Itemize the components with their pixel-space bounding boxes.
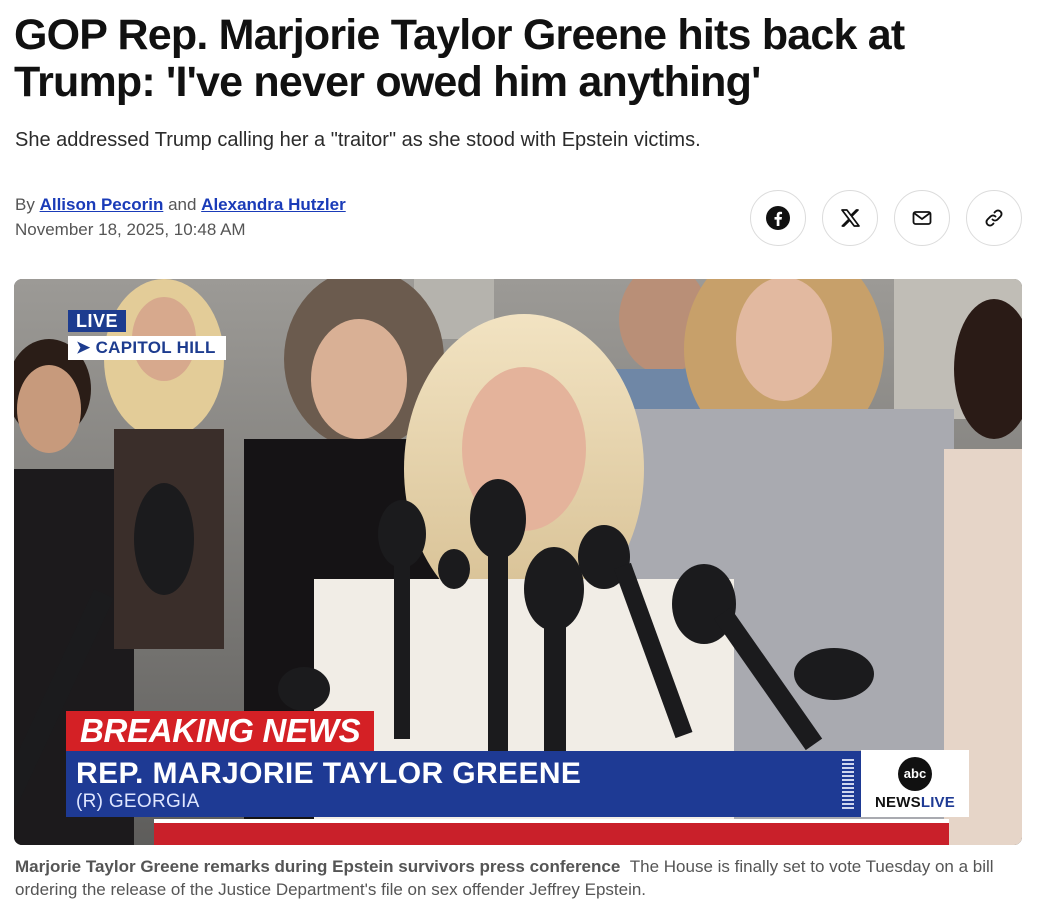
- article-dek: She addressed Trump calling her a "trait…: [15, 129, 701, 151]
- network-logo-box: abc NEWSLIVE: [861, 750, 969, 817]
- video-player[interactable]: LIVE ➤ CAPITOL HILL BREAKING NEWS REP. M…: [14, 279, 1022, 845]
- breaking-news-banner: BREAKING NEWS: [66, 711, 375, 751]
- author-link-1[interactable]: Allison Pecorin: [40, 195, 164, 214]
- abc-logo-icon: abc: [898, 756, 932, 791]
- caption-title: Marjorie Taylor Greene remarks during Ep…: [15, 857, 621, 876]
- media-caption: Marjorie Taylor Greene remarks during Ep…: [15, 855, 1025, 901]
- byline: By Allison Pecorin and Alexandra Hutzler: [15, 194, 346, 216]
- facebook-icon: [766, 206, 790, 230]
- lower-third-ticks: [842, 759, 854, 809]
- share-email-button[interactable]: [894, 190, 950, 246]
- location-badge: ➤ CAPITOL HILL: [68, 336, 226, 360]
- link-icon: [985, 209, 1003, 227]
- publish-timestamp: November 18, 2025, 10:48 AM: [15, 220, 246, 239]
- live-badge: LIVE: [68, 310, 127, 332]
- network-name: NEWSLIVE: [875, 794, 955, 811]
- byline-conjunction: and: [168, 195, 197, 214]
- lower-third: REP. MARJORIE TAYLOR GREENE (R) GEORGIA: [66, 751, 866, 817]
- network-name-live: LIVE: [920, 793, 955, 811]
- lower-third-subtitle: (R) GEORGIA: [76, 791, 200, 812]
- network-name-news: NEWS: [875, 793, 921, 811]
- x-icon: [841, 209, 860, 227]
- share-facebook-button[interactable]: [750, 190, 806, 246]
- lower-third-name: REP. MARJORIE TAYLOR GREENE: [76, 757, 582, 790]
- share-copy-link-button[interactable]: [966, 190, 1022, 246]
- mail-icon: [912, 211, 932, 225]
- article-headline: GOP Rep. Marjorie Taylor Greene hits bac…: [14, 11, 905, 106]
- byline-prefix: By: [15, 195, 35, 214]
- share-x-button[interactable]: [822, 190, 878, 246]
- podium-sign: [154, 819, 949, 845]
- author-link-2[interactable]: Alexandra Hutzler: [201, 195, 346, 214]
